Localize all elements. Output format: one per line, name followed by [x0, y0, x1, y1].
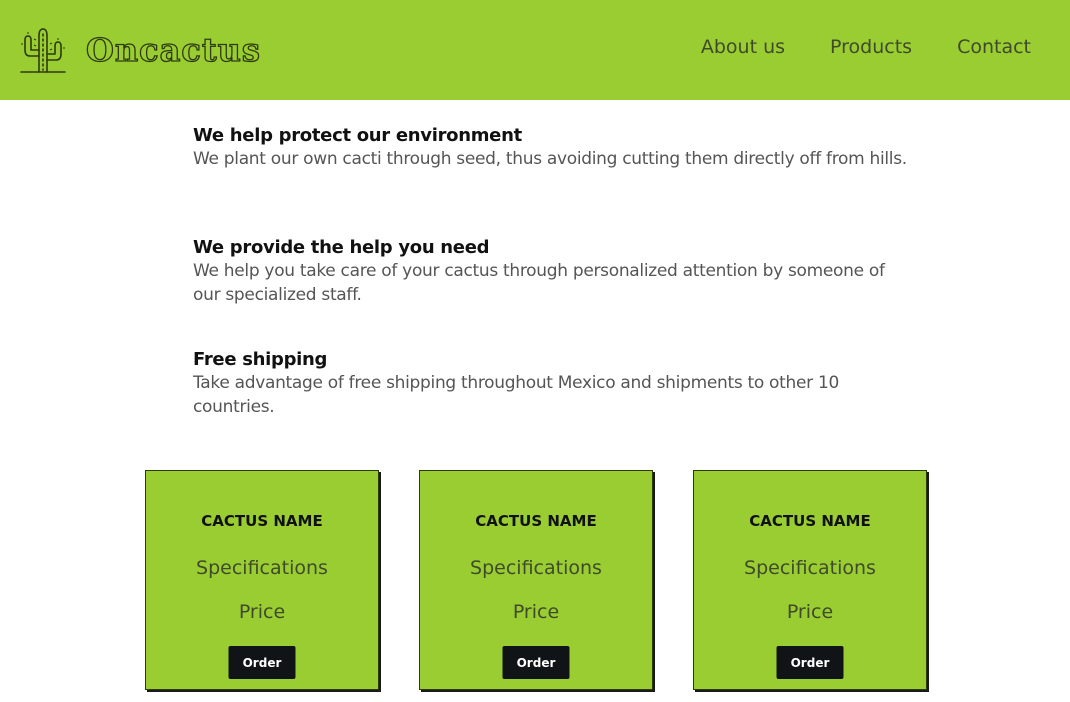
product-name: CACTUS NAME: [475, 512, 597, 530]
site-header: Oncactus About us Products Contact: [0, 0, 1070, 100]
product-name: CACTUS NAME: [201, 512, 323, 530]
nav-products[interactable]: Products: [830, 36, 912, 58]
order-button[interactable]: Order: [502, 646, 570, 679]
order-button[interactable]: Order: [228, 646, 296, 679]
feature-text: We plant our own cacti through seed, thu…: [193, 149, 907, 169]
brand-name: Oncactus: [85, 30, 261, 69]
feature-text: We help you take care of your cactus thr…: [193, 261, 885, 305]
feature-item: We help protect our environment We plant…: [193, 125, 913, 237]
logo[interactable]: Oncactus: [20, 26, 261, 74]
feature-item: We provide the help you need We help you…: [193, 237, 913, 349]
product-price: Price: [512, 601, 560, 623]
product-name: CACTUS NAME: [749, 512, 871, 530]
feature-text: Take advantage of free shipping througho…: [193, 373, 839, 417]
product-card: CACTUS NAME Specifications Price Order: [145, 470, 379, 690]
product-price: Price: [786, 601, 834, 623]
order-button[interactable]: Order: [776, 646, 844, 679]
feature-title: We provide the help you need: [193, 237, 490, 258]
nav-contact[interactable]: Contact: [957, 36, 1031, 58]
features-section: We help protect our environment We plant…: [193, 125, 913, 461]
feature-title: Free shipping: [193, 349, 328, 370]
main-nav: About us Products Contact: [701, 36, 1031, 58]
product-card: CACTUS NAME Specifications Price Order: [693, 470, 927, 690]
feature-title: We help protect our environment: [193, 125, 522, 146]
feature-item: Free shipping Take advantage of free shi…: [193, 349, 913, 461]
product-price: Price: [238, 601, 286, 623]
nav-about-us[interactable]: About us: [701, 36, 785, 58]
cactus-icon: [20, 26, 66, 74]
product-specifications: Specifications: [470, 557, 602, 579]
product-specifications: Specifications: [744, 557, 876, 579]
product-card: CACTUS NAME Specifications Price Order: [419, 470, 653, 690]
product-specifications: Specifications: [196, 557, 328, 579]
